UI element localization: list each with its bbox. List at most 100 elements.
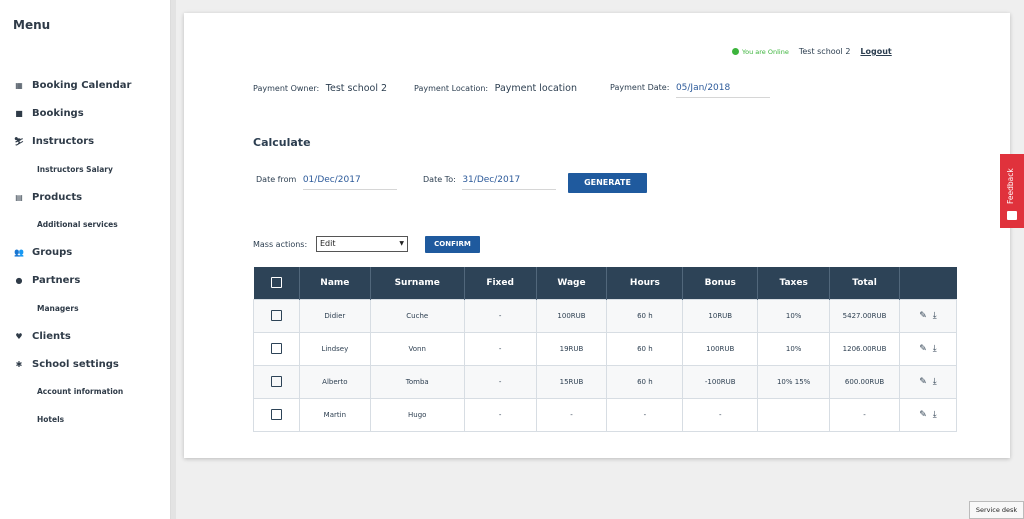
col-wage[interactable]: Wage [536,267,608,299]
cell-wage: - [535,397,608,432]
sidebar-subitem-additional-services[interactable]: Additional services [37,220,118,229]
col-bonus[interactable]: Bonus [682,267,759,299]
sidebar-item-label: Instructors [32,136,95,147]
date-from-input[interactable]: 01/Dec/2017 [302,175,397,190]
cell-name: Martin [298,397,371,432]
school-name: Test school 2 [798,47,851,56]
online-dot-icon [732,48,739,55]
service-desk-button[interactable]: Service desk [969,501,1024,519]
cell-fixed: - [463,298,537,333]
book-icon: ■ [15,109,23,118]
cell-taxes [757,397,831,432]
cell-actions: ✎ ⤓ [899,397,957,432]
skier-icon: ⛷ [13,137,25,146]
col-fixed[interactable]: Fixed [464,267,537,299]
cell-bonus: - [682,397,759,432]
cell-wage: 19RUB [535,331,608,366]
confirm-button[interactable]: CONFIRM [425,236,480,253]
cell-bonus: 100RUB [682,331,759,366]
sidebar-item-clients[interactable]: ♥ Clients [13,331,70,342]
cell-total: 5427.00RUB [829,298,901,333]
cell-name: Lindsey [298,331,371,366]
col-name[interactable]: Name [299,267,371,299]
date-from-label: Date from [256,175,297,184]
row-checkbox[interactable] [270,310,282,321]
sidebar-divider [171,0,176,519]
feedback-tab[interactable]: Feedback [1000,154,1024,228]
sidebar-subitem-managers[interactable]: Managers [37,304,79,313]
col-surname[interactable]: Surname [370,267,465,299]
payment-card: You are Online Test school 2 Logout Paym… [184,13,1010,458]
cell-name: Alberto [298,364,371,399]
cell-hours: 60 h [606,364,684,399]
sidebar-item-label: Bookings [32,108,84,119]
payment-location: Payment Location: Payment location [414,83,577,94]
sidebar-item-groups[interactable]: 👥 Groups [13,247,72,258]
mass-actions-selected: Edit [320,239,336,248]
sidebar-item-instructors[interactable]: ⛷ Instructors [13,136,94,147]
date-to-label: Date To: [423,175,456,184]
cell-bonus: 10RUB [682,298,759,333]
row-select-cell [253,397,300,432]
mass-actions-select[interactable]: Edit ▼ [316,236,408,252]
payment-location-label: Payment Location: [414,84,489,93]
download-icon[interactable]: ⤓ [933,377,937,387]
sidebar-subitem-account-information[interactable]: Account information [37,387,123,396]
col-hours[interactable]: Hours [606,267,684,299]
download-icon[interactable]: ⤓ [933,344,937,354]
generate-button[interactable]: GENERATE [568,173,647,193]
cell-hours: - [606,397,684,432]
menu-title: Menu [13,18,51,32]
sidebar-subitem-hotels[interactable]: Hotels [37,415,64,424]
table-row: Lindsey Vonn - 19RUB 60 h 100RUB 10% 120… [253,331,957,366]
edit-pencil-icon[interactable]: ✎ [919,344,927,354]
cell-taxes: 10% 15% [757,364,831,399]
date-to-input[interactable]: 31/Dec/2017 [462,175,557,190]
cell-hours: 60 h [606,298,684,333]
cell-hours: 60 h [606,331,684,366]
sidebar-item-products[interactable]: ▤ Products [13,192,82,203]
sidebar-item-booking-calendar[interactable]: ▦ Booking Calendar [13,80,131,91]
cell-taxes: 10% [757,298,831,333]
sidebar-item-label: Booking Calendar [32,80,132,91]
sidebar-item-school-settings[interactable]: ✱ School settings [13,359,119,370]
users-icon: 👥 [14,248,24,257]
payment-date-input[interactable]: 05/Jan/2018 [675,83,770,98]
edit-pencil-icon[interactable]: ✎ [919,410,927,420]
row-checkbox[interactable] [270,376,282,387]
table-row: Alberto Tomba - 15RUB 60 h -100RUB 10% 1… [253,364,957,399]
cell-wage: 15RUB [535,364,608,399]
cell-fixed: - [463,397,537,432]
cell-actions: ✎ ⤓ [899,331,957,366]
cell-surname: Cuche [369,298,465,333]
sidebar-item-bookings[interactable]: ■ Bookings [13,108,84,119]
row-checkbox[interactable] [270,343,282,354]
cell-bonus: -100RUB [682,364,759,399]
calculate-title: Calculate [253,136,311,149]
heart-icon: ♥ [15,332,23,341]
cell-actions: ✎ ⤓ [899,364,957,399]
payment-location-value: Payment location [494,83,577,94]
sidebar-subitem-instructors-salary[interactable]: Instructors Salary [37,165,113,174]
col-taxes[interactable]: Taxes [757,267,831,299]
feedback-label: Feedback [1006,168,1015,204]
logout-link[interactable]: Logout [860,47,891,56]
cell-total: 1206.00RUB [829,331,901,366]
edit-pencil-icon[interactable]: ✎ [919,377,927,387]
sidebar-item-partners[interactable]: ● Partners [13,275,81,286]
edit-pencil-icon[interactable]: ✎ [919,311,927,321]
cell-fixed: - [463,364,537,399]
cell-surname: Tomba [369,364,465,399]
feedback-chat-icon [1007,211,1017,220]
select-all-checkbox[interactable] [270,277,282,289]
download-icon[interactable]: ⤓ [933,410,937,420]
salary-table: Name Surname Fixed Wage Hours Bonus Taxe… [253,267,957,432]
payment-owner-value: Test school 2 [325,83,388,94]
row-checkbox[interactable] [270,409,282,420]
row-select-cell [253,298,300,333]
cell-wage: 100RUB [535,298,608,333]
payment-owner-label: Payment Owner: [253,84,320,93]
col-total[interactable]: Total [829,267,901,299]
download-icon[interactable]: ⤓ [933,311,937,321]
payment-date-label: Payment Date: [610,83,670,92]
